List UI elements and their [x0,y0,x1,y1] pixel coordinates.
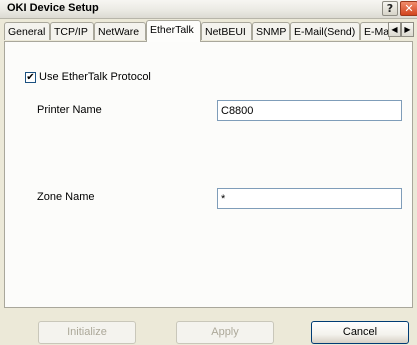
close-icon: ✕ [404,2,414,15]
ethertalk-panel: ✔ Use EtherTalk Protocol Printer Name Zo… [4,41,413,308]
tab-snmp[interactable]: SNMP [252,22,290,40]
tab-email-send[interactable]: E-Mail(Send) [290,22,360,40]
close-button[interactable]: ✕ [400,1,417,16]
tab-scroll-left-button[interactable]: ◀ [388,22,401,37]
title-bar[interactable]: OKI Device Setup ? ✕ [0,0,417,19]
chevron-right-icon: ▶ [404,25,411,34]
tab-email-receive[interactable]: E-Mail( [360,22,390,40]
chevron-left-icon: ◀ [391,25,398,34]
tab-scroll-right-button[interactable]: ▶ [401,22,414,37]
printer-name-label: Printer Name [37,104,102,116]
tab-general[interactable]: General [4,22,50,40]
help-icon: ? [386,2,394,15]
tab-ethertalk[interactable]: EtherTalk [146,20,201,42]
zone-name-field[interactable] [217,188,402,209]
oki-device-setup-window: OKI Device Setup ? ✕ General TCP/IP NetW… [0,0,417,345]
printer-name-field[interactable] [217,100,402,121]
tab-netware[interactable]: NetWare [94,22,146,40]
tab-strip: General TCP/IP NetWare EtherTalk NetBEUI… [4,20,417,42]
tab-tcpip[interactable]: TCP/IP [50,22,94,40]
cancel-button[interactable]: Cancel [311,321,409,344]
initialize-button[interactable]: Initialize [38,321,136,344]
use-ethertalk-checkbox[interactable]: ✔ [25,72,36,83]
apply-button[interactable]: Apply [176,321,274,344]
window-title: OKI Device Setup [7,2,99,14]
button-bar: Initialize Apply Cancel [0,308,417,345]
help-button[interactable]: ? [382,1,398,16]
check-icon: ✔ [26,72,35,83]
tab-netbeui[interactable]: NetBEUI [201,22,252,40]
zone-name-label: Zone Name [37,191,95,203]
use-ethertalk-label[interactable]: Use EtherTalk Protocol [39,71,151,83]
